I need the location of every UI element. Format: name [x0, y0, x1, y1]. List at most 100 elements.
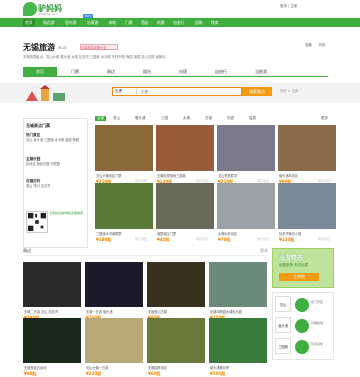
tour-title[interactable]: 灵山大佛一日游 [86, 365, 142, 370]
ticket-image[interactable] [217, 183, 275, 229]
tour-title[interactable]: 无锡动物园太湖欢乐园 [210, 309, 266, 314]
tour-title[interactable]: 无锡一日游 鼋头渚 [86, 309, 142, 314]
top-bar: 驴妈妈 lvmama.com HOT 登录 | 注册 [0, 0, 360, 19]
search-city-select[interactable]: 无锡 [113, 88, 137, 95]
promo-title: 出游精选 [279, 255, 304, 262]
city-guide-button[interactable]: 无锡旅游攻略大全 [80, 44, 118, 50]
sidebar-block: 古镇古村 惠山 荡口 拈花湾 [26, 179, 50, 189]
rank-item[interactable]: 鼋头渚 赏樱胜地 [275, 317, 333, 337]
promo-banner[interactable]: 出游精选 优惠多多 天天出发 立即抢 [272, 248, 334, 288]
filter-item[interactable]: 温泉 [249, 116, 256, 121]
filter-item[interactable]: 太湖 [183, 116, 190, 121]
rank-item[interactable]: 灵山 热门景区 [275, 296, 333, 316]
tab-nearby[interactable]: 周边 [93, 67, 129, 76]
nav-item[interactable]: 自由行 [171, 19, 186, 26]
spot-icon [295, 298, 309, 312]
filter-item[interactable]: 乐园 [227, 116, 234, 121]
nav-item[interactable]: 门票 [123, 19, 135, 26]
nav-item[interactable]: 机票 [155, 19, 167, 26]
tour-title[interactable]: 无锡惠山古镇 [148, 309, 204, 314]
rank-item[interactable]: 三国城 影视基地 [275, 338, 333, 358]
spot-icon [295, 319, 309, 333]
ticket-price: ¥120起 [279, 237, 295, 242]
tour-price: ¥105起 [210, 371, 226, 376]
sidebar-title: 无锡景点门票 [26, 123, 50, 128]
breadcrumb[interactable]: 首页 > 无锡 [280, 88, 298, 93]
tour-image[interactable] [23, 318, 81, 363]
city-tools: 攻略 问答 [305, 42, 345, 56]
ticket-tag: 可订今日 [257, 237, 270, 241]
filter-item[interactable]: 鼋头渚 [135, 116, 146, 121]
ticket-title[interactable]: 蠡园景区门票 [157, 231, 213, 236]
guide-link[interactable]: 攻略 [305, 43, 312, 47]
ticket-tag: 可订今日 [318, 237, 331, 241]
tour-price: ¥60起 [148, 371, 161, 376]
filter-item[interactable]: 全部 [95, 116, 106, 121]
tour-image[interactable] [85, 318, 143, 363]
ticket-title[interactable]: 无锡影视基地三国城 [157, 173, 213, 178]
sidebar-block-items[interactable]: 灵山 鼋头渚 三国城 水浒城 蠡园 梅园 [26, 138, 79, 142]
rank-desc: 赏樱胜地 [311, 321, 324, 325]
nav-item[interactable]: 团购 [193, 19, 205, 26]
filter-more[interactable]: 更多 [321, 116, 328, 121]
nav-item[interactable]: 周边游 [41, 19, 56, 26]
ticket-title[interactable]: 灵山梵宫胜境 [218, 173, 274, 178]
tour-title[interactable]: 鼋头渚樱花季 [210, 365, 266, 370]
ticket-title[interactable]: 拈花湾禅意小镇 [279, 231, 335, 236]
tab-domestic[interactable]: 国内 [129, 67, 165, 76]
nav-item[interactable]: 邮轮 [107, 19, 119, 26]
search-button[interactable]: 搜索景点 [242, 87, 272, 96]
tour-image[interactable] [209, 318, 267, 363]
site-logo[interactable]: 驴妈妈 lvmama.com [23, 2, 75, 17]
tour-price: ¥80起 [24, 371, 37, 376]
filter-item[interactable]: 灵山 [113, 116, 120, 121]
ticket-title[interactable]: 太湖仙岛景区 [218, 231, 274, 236]
ticket-image[interactable] [278, 183, 336, 229]
category-tabs: 首页 门票 周边 国内 出境 自由行 当地游 [23, 67, 328, 77]
tour-title[interactable]: 无锡二日游 灵山 拈花湾 [24, 309, 80, 314]
ticket-image[interactable] [156, 125, 214, 171]
nav-item[interactable]: 特卖 [209, 19, 221, 26]
tour-image[interactable] [147, 318, 205, 363]
sidebar-block-items[interactable]: 嬉戏谷 融创乐园 动物园 [26, 162, 60, 166]
nav-item[interactable]: 出境游 [85, 19, 100, 26]
tab-home[interactable]: 首页 [23, 67, 57, 76]
promo-button[interactable]: 立即抢 [279, 273, 319, 281]
ticket-image[interactable] [156, 183, 214, 229]
tour-image[interactable] [209, 262, 267, 307]
tour-image[interactable] [85, 262, 143, 307]
city-spots-line: 无锡旅游景点：灵山大佛 鼋头渚 太湖 拈花湾 三国城 水浒城 东林书院 梅园 蠡… [23, 55, 166, 59]
ticket-title[interactable]: 灵山大佛景区门票 [96, 173, 152, 178]
ticket-image[interactable] [278, 125, 336, 171]
search-input[interactable] [138, 88, 238, 95]
section-title: 周边 [23, 248, 31, 253]
nav-item[interactable]: 酒店 [139, 19, 151, 26]
nav-item[interactable]: 首页 [23, 19, 35, 26]
tab-local[interactable]: 当地游 [241, 67, 281, 76]
filter-item[interactable]: 三国 [161, 116, 168, 121]
tab-tickets[interactable]: 门票 [57, 67, 93, 76]
ticket-price: ¥180起 [96, 237, 112, 242]
rank-desc: 热门景区 [311, 300, 324, 304]
tour-image[interactable] [147, 262, 205, 307]
tour-title[interactable]: 无锡夜游古运河 [24, 365, 80, 370]
ticket-image[interactable] [217, 125, 275, 171]
tab-abroad[interactable]: 出境 [165, 67, 201, 76]
tour-image[interactable] [23, 262, 81, 307]
ticket-image[interactable] [95, 125, 153, 171]
section-header: 周边 更多 [23, 248, 268, 256]
login-link[interactable]: 登录 | 注册 [280, 4, 330, 16]
qa-link[interactable]: 问答 [319, 43, 326, 47]
ticket-image[interactable] [95, 183, 153, 229]
section-more-link[interactable]: 更多 [260, 248, 268, 254]
filter-item[interactable]: 古镇 [205, 116, 212, 121]
ticket-title[interactable]: 三国城水浒城联票 [96, 231, 152, 236]
ticket-title[interactable]: 鼋头渚风景区 [279, 173, 335, 178]
promo-subtitle: 优惠多多 天天出发 [279, 263, 309, 267]
city-header: 无锡旅游 wuxi 无锡旅游攻略大全 无锡旅游景点：灵山大佛 鼋头渚 太湖 拈花… [23, 40, 333, 62]
tour-title[interactable]: 无锡园林景区 [148, 365, 204, 370]
nav-item[interactable]: 国内游 [63, 19, 78, 26]
sidebar-block-items[interactable]: 惠山 荡口 拈花湾 [26, 184, 50, 188]
tab-freetravel[interactable]: 自由行 [201, 67, 241, 76]
filter-strip: 全部 灵山 鼋头渚 三国 太湖 古镇 乐园 温泉 更多 [95, 116, 335, 123]
